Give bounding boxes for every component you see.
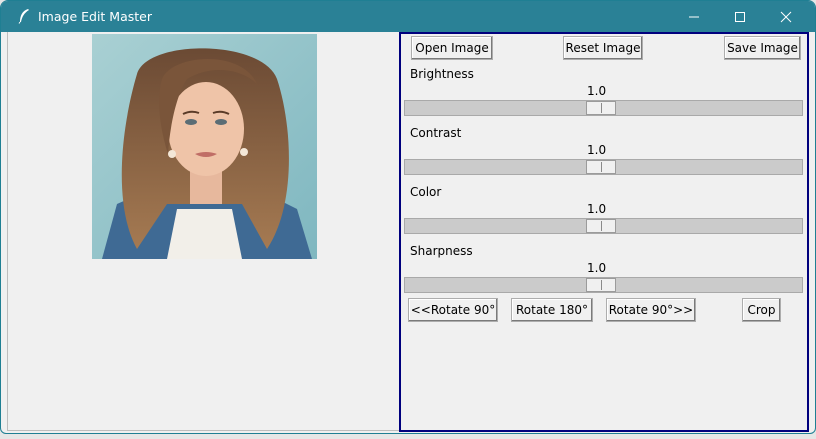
rotate-180-button[interactable]: Rotate 180° xyxy=(511,298,593,322)
maximize-button[interactable] xyxy=(717,1,763,32)
contrast-label: Contrast xyxy=(410,126,462,140)
brightness-slider[interactable] xyxy=(404,100,803,116)
close-button[interactable] xyxy=(763,1,809,32)
reset-image-button[interactable]: Reset Image xyxy=(563,36,643,60)
contrast-slider-thumb[interactable] xyxy=(586,160,616,174)
sharpness-slider[interactable] xyxy=(404,277,803,293)
close-icon xyxy=(780,11,792,23)
sharpness-value: 1.0 xyxy=(587,261,607,275)
rotate-left-button[interactable]: <<Rotate 90° xyxy=(408,298,498,322)
brightness-label: Brightness xyxy=(410,67,474,81)
minimize-icon xyxy=(688,11,700,23)
sharpness-slider-thumb[interactable] xyxy=(586,278,616,292)
window-title: Image Edit Master xyxy=(38,9,152,24)
rotate-right-button[interactable]: Rotate 90°>> xyxy=(606,298,696,322)
color-label: Color xyxy=(410,185,442,199)
loaded-image xyxy=(92,34,317,259)
maximize-icon xyxy=(734,11,746,23)
brightness-slider-thumb[interactable] xyxy=(586,101,616,115)
save-image-button[interactable]: Save Image xyxy=(724,36,801,60)
color-slider[interactable] xyxy=(404,218,803,234)
color-value: 1.0 xyxy=(587,202,607,216)
contrast-slider[interactable] xyxy=(404,159,803,175)
title-bar[interactable]: Image Edit Master xyxy=(1,1,815,32)
contrast-value: 1.0 xyxy=(587,143,607,157)
image-canvas xyxy=(7,32,400,431)
minimize-button[interactable] xyxy=(671,1,717,32)
feather-icon xyxy=(17,8,31,24)
sharpness-label: Sharpness xyxy=(410,244,473,258)
brightness-value: 1.0 xyxy=(587,84,607,98)
app-window: Image Edit Master Open Image Reset Image… xyxy=(0,0,816,434)
controls-panel: Open Image Reset Image Save Image Bright… xyxy=(399,32,809,432)
crop-button[interactable]: Crop xyxy=(742,298,781,322)
color-slider-thumb[interactable] xyxy=(586,219,616,233)
open-image-button[interactable]: Open Image xyxy=(411,36,493,60)
